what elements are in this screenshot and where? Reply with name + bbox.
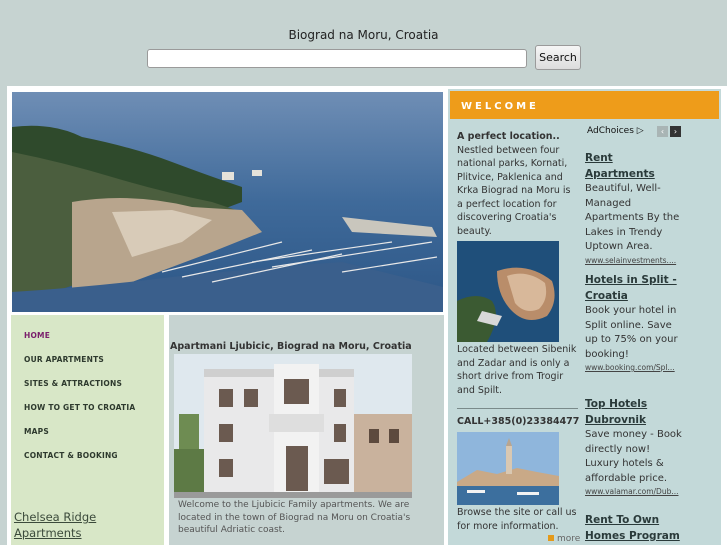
ad-item[interactable]: Hotels in Split - Croatia Book your hote… [585,272,685,374]
phone-number: CALL+385(0)23384477 [457,416,580,427]
info-text-browse: Browse the site or call us for more info… [457,507,577,532]
nav-item-contact-booking[interactable]: CONTACT & BOOKING [24,451,118,460]
ad-body: Book your hotel in Split online. Save up… [585,305,678,360]
info-block: A perfect location.. Nestled between fou… [457,130,579,238]
adchoices-label[interactable]: AdChoices ▷ [587,126,644,136]
ad-body: Save money - Book directly now! Luxury h… [585,429,682,484]
hero-aerial-photo [12,92,443,312]
town-church-photo [457,432,559,505]
more-arrow-icon [548,535,554,541]
adchoices-icon: ▷ [636,126,644,136]
ad-title[interactable]: Hotels in Split - Croatia [585,272,685,304]
nav-item-maps[interactable]: MAPS [24,427,49,436]
ad-prev-icon[interactable]: ‹ [657,126,668,137]
ad-title[interactable]: Rent To Own Homes Program [585,512,685,544]
ad-url[interactable]: www.selainvestments.... [585,255,685,267]
coast-aerial-photo [457,241,559,342]
welcome-heading: WELCOME [461,101,539,112]
site-title: Biograd na Moru, Croatia [288,28,439,42]
ad-body: Beautiful, Well-Managed Apartments By th… [585,183,680,252]
nav-item-home[interactable]: HOME [24,331,50,340]
more-link[interactable]: more [548,534,580,544]
divider [457,408,578,409]
ad-title[interactable]: Rent Apartments [585,150,685,182]
ad-url[interactable]: www.booking.com/Spl... [585,362,685,374]
sidebar-link-chelsea-ridge[interactable]: Chelsea Ridge Apartments [14,509,154,541]
intro-text: Welcome to the Ljubicic Family apartment… [178,500,411,535]
info-text-location: Located between Sibenik and Zadar and is… [457,344,577,396]
nav-item-our-apartments[interactable]: OUR APARTMENTS [24,355,104,364]
search-input[interactable] [147,49,527,68]
ad-title[interactable]: Top Hotels Dubrovnik [585,396,685,428]
nav-item-sites-attractions[interactable]: SITES & ATTRACTIONS [24,379,122,388]
ad-item[interactable]: Top Hotels Dubrovnik Save money - Book d… [585,396,685,498]
nav-item-how-to-get[interactable]: HOW TO GET TO CROATIA [24,403,135,412]
ad-item[interactable]: Rent Apartments Beautiful, Well-Managed … [585,150,685,267]
page-title: Apartmani Ljubicic, Biograd na Moru, Cro… [170,341,412,352]
apartment-building-photo [174,354,412,498]
search-button[interactable]: Search [535,45,581,70]
info-title: A perfect location.. [457,131,560,142]
ad-url[interactable]: www.valamar.com/Dub... [585,486,685,498]
ad-item[interactable]: Rent To Own Homes Program [585,512,685,544]
info-text: Nestled between four national parks, Kor… [457,144,571,237]
ad-next-icon[interactable]: › [670,126,681,137]
